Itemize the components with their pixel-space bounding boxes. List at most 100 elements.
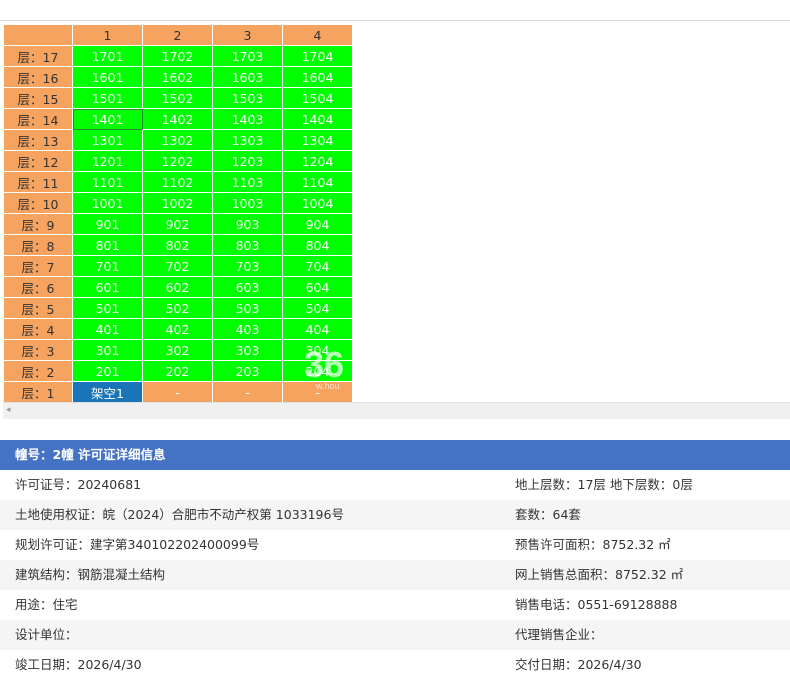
unit-cell[interactable]: 703: [212, 255, 283, 277]
unit-cell[interactable]: 1004: [282, 192, 353, 214]
unit-cell[interactable]: 1701: [72, 45, 143, 67]
unit-cell[interactable]: 602: [142, 276, 213, 298]
unit-cell[interactable]: 1003: [212, 192, 283, 214]
unit-cell[interactable]: 802: [142, 234, 213, 256]
unit-cell[interactable]: 1703: [212, 45, 283, 67]
unit-cell[interactable]: 1601: [72, 66, 143, 88]
unit-cell[interactable]: 1102: [142, 171, 213, 193]
delivery-date: 交付日期：2026/4/30: [515, 657, 642, 672]
unit-cell[interactable]: 704: [282, 255, 353, 277]
unit-cell[interactable]: 302: [142, 339, 213, 361]
permit-number: 许可证号：20240681: [15, 477, 142, 492]
unit-cell[interactable]: 架空1: [72, 381, 143, 403]
unit-cell[interactable]: 1203: [212, 150, 283, 172]
floor-row: 层：13 1301 1302 1303 1304: [3, 129, 353, 151]
unit-cell[interactable]: 1302: [142, 129, 213, 151]
floor-row: 层：4 401 402 403 404: [3, 318, 353, 340]
unit-cell[interactable]: 203: [212, 360, 283, 382]
unit-cell[interactable]: 202: [142, 360, 213, 382]
unit-cell[interactable]: 1303: [212, 129, 283, 151]
floor-label: 层：6: [3, 276, 73, 298]
column-header-row: 1 2 3 4: [3, 24, 353, 46]
floor-row: 层：7 701 702 703 704: [3, 255, 353, 277]
unit-cell[interactable]: 304: [282, 339, 353, 361]
online-sales-area: 网上销售总面积：8752.32 ㎡: [515, 567, 684, 582]
unit-cell[interactable]: 1103: [212, 171, 283, 193]
unit-cell[interactable]: 401: [72, 318, 143, 340]
horizontal-scrollbar[interactable]: ◂: [3, 402, 790, 419]
land-use-certificate: 土地使用权证：皖（2024）合肥市不动产权第 1033196号: [15, 507, 344, 522]
unit-cell[interactable]: 1603: [212, 66, 283, 88]
unit-cell[interactable]: 303: [212, 339, 283, 361]
unit-grid-panel: 1 2 3 4 层：17 1701 1702 1703 1704 层：16 1601 1602…: [0, 20, 790, 421]
floor-label: 层：4: [3, 318, 73, 340]
unit-cell[interactable]: 1702: [142, 45, 213, 67]
unit-cell[interactable]: 1503: [212, 87, 283, 109]
unit-count: 套数：64套: [515, 507, 581, 522]
floor-label: 层：11: [3, 171, 73, 193]
unit-cell[interactable]: 603: [212, 276, 283, 298]
unit-cell[interactable]: 1001: [72, 192, 143, 214]
unit-cell[interactable]: 501: [72, 297, 143, 319]
unit-cell[interactable]: 801: [72, 234, 143, 256]
floor-label: 层：15: [3, 87, 73, 109]
unit-cell: -: [142, 381, 213, 403]
floor-row: 层：3 301 302 303 304: [3, 339, 353, 361]
unit-cell[interactable]: 1402: [142, 108, 213, 130]
unit-cell[interactable]: 1502: [142, 87, 213, 109]
floor-row: 层：8 801 802 803 804: [3, 234, 353, 256]
unit-cell[interactable]: 1301: [72, 129, 143, 151]
unit-cell[interactable]: 1204: [282, 150, 353, 172]
unit-cell[interactable]: 504: [282, 297, 353, 319]
info-row: 土地使用权证：皖（2024）合肥市不动产权第 1033196号 套数：64套: [0, 500, 790, 530]
unit-cell[interactable]: 404: [282, 318, 353, 340]
unit-cell[interactable]: 904: [282, 213, 353, 235]
unit-cell[interactable]: 502: [142, 297, 213, 319]
floor-row: 层：14 1401 1402 1403 1404: [3, 108, 353, 130]
unit-cell[interactable]: 701: [72, 255, 143, 277]
unit-cell[interactable]: 1202: [142, 150, 213, 172]
floor-row: 层：16 1601 1602 1603 1604: [3, 66, 353, 88]
unit-cell[interactable]: 402: [142, 318, 213, 340]
unit-cell[interactable]: 1002: [142, 192, 213, 214]
unit-cell[interactable]: 403: [212, 318, 283, 340]
info-row: 竣工日期：2026/4/30 交付日期：2026/4/30: [0, 650, 790, 680]
unit-cell[interactable]: 503: [212, 297, 283, 319]
unit-cell[interactable]: 804: [282, 234, 353, 256]
unit-cell[interactable]: 301: [72, 339, 143, 361]
unit-cell[interactable]: 1104: [282, 171, 353, 193]
floor-label: 层：14: [3, 108, 73, 130]
unit-cell[interactable]: 1602: [142, 66, 213, 88]
unit-cell[interactable]: 1201: [72, 150, 143, 172]
unit-cell[interactable]: 1101: [72, 171, 143, 193]
unit-cell[interactable]: 1504: [282, 87, 353, 109]
info-row: 建筑结构：钢筋混凝土结构 网上销售总面积：8752.32 ㎡: [0, 560, 790, 590]
unit-cell[interactable]: 803: [212, 234, 283, 256]
unit-cell[interactable]: 903: [212, 213, 283, 235]
permit-info-table: 许可证号：20240681 地上层数：17层 地下层数：0层 土地使用权证：皖（…: [0, 470, 790, 680]
unit-cell[interactable]: 1403: [212, 108, 283, 130]
unit-cell[interactable]: 901: [72, 213, 143, 235]
unit-cell[interactable]: 1604: [282, 66, 353, 88]
unit-cell[interactable]: 604: [282, 276, 353, 298]
unit-cell[interactable]: 201: [72, 360, 143, 382]
floor-row: 层：11 1101 1102 1103 1104: [3, 171, 353, 193]
floor-label: 层：5: [3, 297, 73, 319]
unit-cell[interactable]: 1704: [282, 45, 353, 67]
usage: 用途：住宅: [15, 597, 78, 612]
grid-corner-cell: [3, 24, 73, 46]
unit-cell[interactable]: 902: [142, 213, 213, 235]
unit-cell[interactable]: 1304: [282, 129, 353, 151]
unit-cell[interactable]: 702: [142, 255, 213, 277]
unit-cell[interactable]: 601: [72, 276, 143, 298]
unit-cell[interactable]: 204: [282, 360, 353, 382]
floor-label: 层：17: [3, 45, 73, 67]
floor-label: 层：3: [3, 339, 73, 361]
sales-phone: 销售电话：0551-69128888: [515, 597, 678, 612]
unit-cell[interactable]: 1401: [72, 108, 143, 130]
unit-cell[interactable]: 1404: [282, 108, 353, 130]
floor-rows: 层：17 1701 1702 1703 1704 层：16 1601 1602 1603 1604…: [3, 45, 353, 403]
unit-cell[interactable]: 1501: [72, 87, 143, 109]
floor-label: 层：16: [3, 66, 73, 88]
scroll-left-arrow-icon[interactable]: ◂: [6, 405, 11, 415]
